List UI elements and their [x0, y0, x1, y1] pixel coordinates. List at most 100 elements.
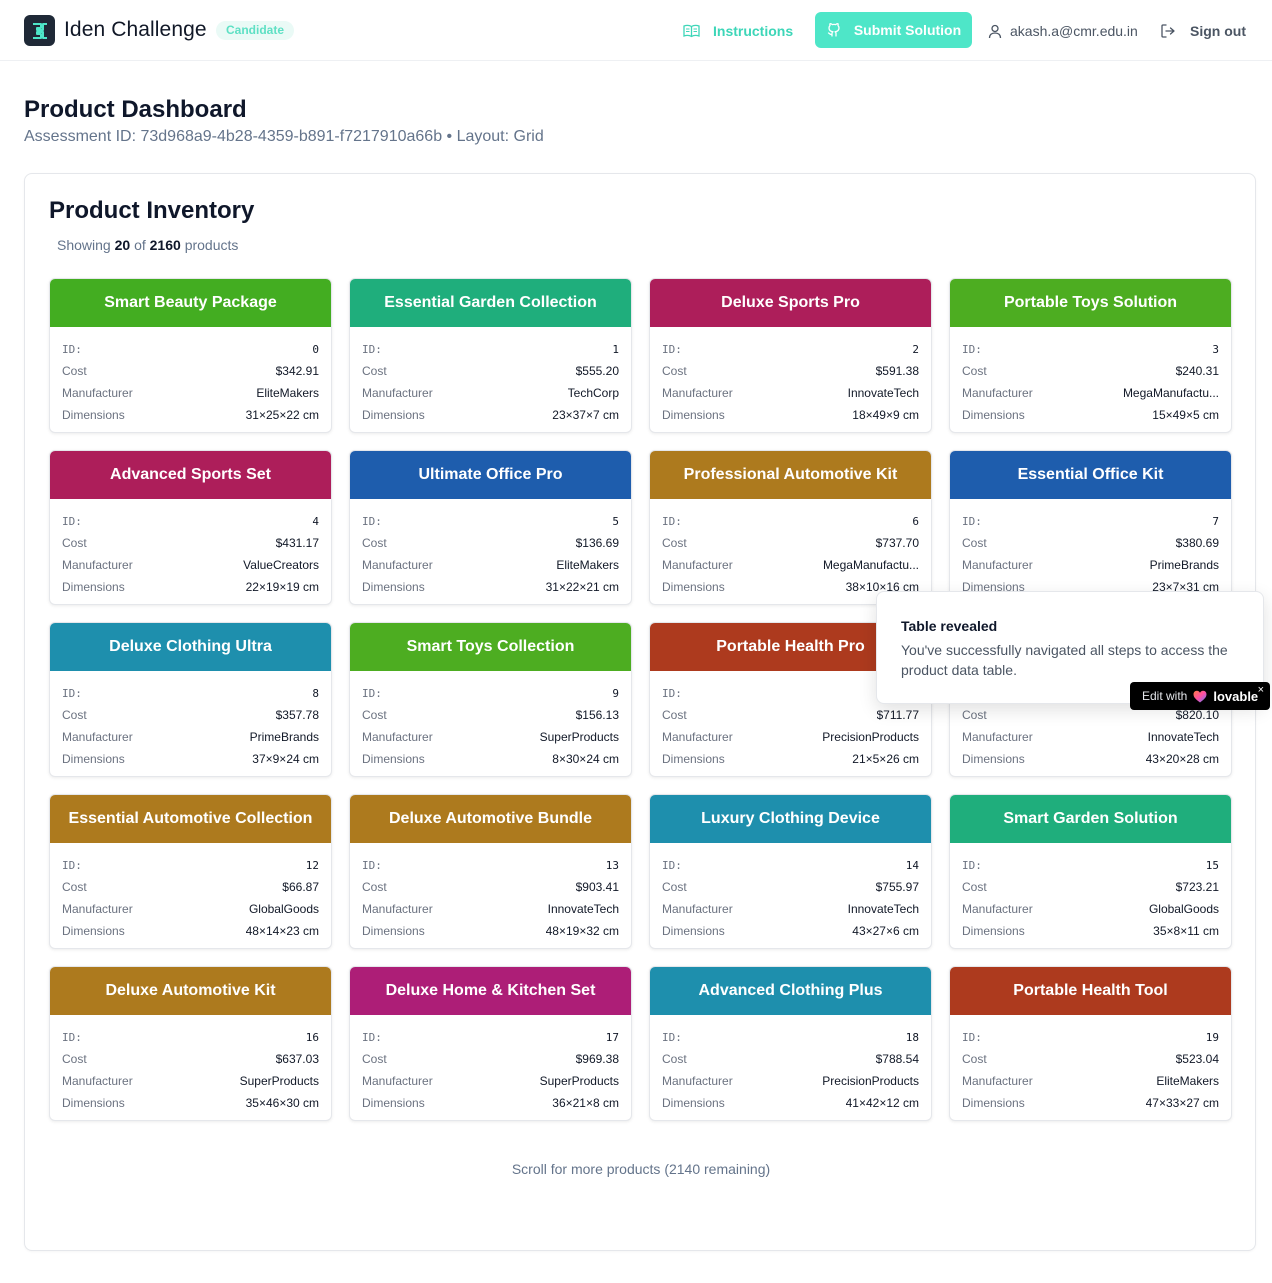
sign-out-label: Sign out — [1190, 23, 1246, 39]
product-id: 12 — [305, 858, 319, 872]
product-id-row: ID: 13 — [362, 854, 619, 876]
cost-label: Cost — [662, 880, 687, 894]
product-manufacturer-row: Manufacturer SuperProducts — [362, 726, 619, 748]
product-dimensions: 35×46×30 cm — [245, 1096, 319, 1110]
product-card[interactable]: Smart Garden Solution ID: 15 Cost $723.21 Man… — [949, 794, 1232, 949]
product-card[interactable]: Essential Garden Collection ID: 1 Cost $555.… — [349, 278, 632, 433]
product-card-body: ID: 4 Cost $431.17 Manufacturer ValueCreators… — [50, 499, 331, 598]
book-open-icon — [683, 24, 700, 38]
product-card-header: Advanced Clothing Plus — [650, 967, 931, 1015]
manufacturer-label: Manufacturer — [962, 1074, 1033, 1088]
dimensions-label: Dimensions — [362, 408, 425, 422]
user-icon — [988, 24, 1002, 38]
product-manufacturer: GlobalGoods — [248, 902, 319, 916]
product-card-header: Essential Office Kit — [950, 451, 1231, 499]
product-card[interactable]: Portable Health Tool ID: 19 Cost $523.04 Manu… — [949, 966, 1232, 1121]
product-card[interactable]: Professional Automotive Kit ID: 6 Cost $737.… — [649, 450, 932, 605]
product-card[interactable]: Luxury Clothing Device ID: 14 Cost $755.97 Ma… — [649, 794, 932, 949]
product-card[interactable]: Deluxe Sports Pro ID: 2 Cost $591.38 Manufact… — [649, 278, 932, 433]
sign-out-button[interactable]: Sign out — [1160, 20, 1246, 42]
product-card[interactable]: Portable Toys Solution ID: 3 Cost $240.31 Man… — [949, 278, 1232, 433]
product-dimensions-row: Dimensions 18×49×9 cm — [662, 404, 919, 426]
user-email: akash.a@cmr.edu.in — [1010, 23, 1138, 39]
product-cost: $969.38 — [575, 1052, 619, 1066]
product-manufacturer: InnovateTech — [847, 902, 919, 916]
product-card[interactable]: Advanced Clothing Plus ID: 18 Cost $788.54 Ma… — [649, 966, 932, 1121]
product-card[interactable]: Deluxe Home & Kitchen Set ID: 17 Cost $969.3… — [349, 966, 632, 1121]
dimensions-label: Dimensions — [962, 408, 1025, 422]
product-manufacturer-row: Manufacturer InnovateTech — [362, 898, 619, 920]
product-manufacturer-row: Manufacturer ValueCreators — [62, 554, 319, 576]
page-subtitle: Assessment ID: 73d968a9-4b28-4359-b891-f… — [24, 128, 544, 145]
product-dimensions-row: Dimensions 35×46×30 cm — [62, 1092, 319, 1114]
id-label: ID: — [362, 686, 382, 700]
product-card-body: ID: 17 Cost $969.38 Manufacturer SuperProduct… — [350, 1015, 631, 1114]
product-name: Luxury Clothing Device — [701, 810, 880, 827]
manufacturer-label: Manufacturer — [62, 1074, 133, 1088]
product-cost-row: Cost $380.69 — [962, 532, 1219, 554]
manufacturer-label: Manufacturer — [962, 386, 1033, 400]
product-name: Essential Garden Collection — [384, 294, 597, 311]
product-card-body: ID: 6 Cost $737.70 Manufacturer MegaManufactu… — [650, 499, 931, 598]
dimensions-label: Dimensions — [962, 924, 1025, 938]
id-label: ID: — [62, 342, 82, 356]
submit-solution-button[interactable]: Submit Solution — [815, 12, 972, 48]
cost-label: Cost — [362, 1052, 387, 1066]
id-label: ID: — [962, 342, 982, 356]
manufacturer-label: Manufacturer — [362, 1074, 433, 1088]
product-manufacturer: InnovateTech — [547, 902, 619, 916]
product-cost-row: Cost $737.70 — [662, 532, 919, 554]
product-dimensions: 43×27×6 cm — [852, 924, 919, 938]
product-dimensions: 37×9×24 cm — [252, 752, 319, 766]
product-cost: $788.54 — [875, 1052, 919, 1066]
product-card[interactable]: Smart Toys Collection ID: 9 Cost $156.13 Manu… — [349, 622, 632, 777]
product-id: 3 — [1212, 342, 1219, 356]
product-manufacturer: ValueCreators — [243, 558, 319, 572]
product-name: Deluxe Clothing Ultra — [109, 638, 272, 655]
product-id-row: ID: 0 — [62, 338, 319, 360]
product-card[interactable]: Deluxe Automotive Kit ID: 16 Cost $637.03 Man… — [49, 966, 332, 1121]
product-manufacturer: PrecisionProducts — [822, 730, 919, 744]
product-name: Portable Health Pro — [716, 638, 865, 655]
product-cost-row: Cost $637.03 — [62, 1048, 319, 1070]
product-card[interactable]: Smart Beauty Package ID: 0 Cost $342.91 Manuf… — [49, 278, 332, 433]
dimensions-label: Dimensions — [962, 752, 1025, 766]
product-card[interactable]: Essential Office Kit ID: 7 Cost $380.69 Manuf… — [949, 450, 1232, 605]
id-label: ID: — [662, 686, 682, 700]
product-dimensions: 48×19×32 cm — [545, 924, 619, 938]
product-dimensions: 35×8×11 cm — [1153, 924, 1219, 938]
cost-label: Cost — [962, 1052, 987, 1066]
product-dimensions: 22×19×19 cm — [245, 580, 319, 594]
product-cost: $240.31 — [1175, 364, 1219, 378]
dimensions-label: Dimensions — [362, 580, 425, 594]
product-card[interactable]: Deluxe Clothing Ultra ID: 8 Cost $357.78 Manu… — [49, 622, 332, 777]
dimensions-label: Dimensions — [962, 1096, 1025, 1110]
product-dimensions: 36×21×8 cm — [552, 1096, 619, 1110]
product-dimensions-row: Dimensions 23×37×7 cm — [362, 404, 619, 426]
close-icon[interactable]: × — [1258, 684, 1264, 696]
product-cost: $555.20 — [575, 364, 619, 378]
manufacturer-label: Manufacturer — [62, 386, 133, 400]
product-id-row: ID: 4 — [62, 510, 319, 532]
product-card-body: ID: 0 Cost $342.91 Manufacturer EliteMakers Di… — [50, 327, 331, 426]
product-card[interactable]: Ultimate Office Pro ID: 5 Cost $136.69 Manufa… — [349, 450, 632, 605]
product-manufacturer-row: Manufacturer InnovateTech — [962, 726, 1219, 748]
product-dimensions: 21×5×26 cm — [852, 752, 919, 766]
product-id-row: ID: 16 — [62, 1026, 319, 1048]
product-card[interactable]: Deluxe Automotive Bundle ID: 13 Cost $903.41… — [349, 794, 632, 949]
id-label: ID: — [362, 342, 382, 356]
manufacturer-label: Manufacturer — [962, 902, 1033, 916]
instructions-link[interactable]: Instructions — [683, 20, 793, 42]
edit-with-lovable-badge[interactable]: Edit with lovable × — [1130, 682, 1270, 710]
dimensions-label: Dimensions — [62, 580, 125, 594]
product-card[interactable]: Advanced Sports Set ID: 4 Cost $431.17 Manufa… — [49, 450, 332, 605]
product-manufacturer-row: Manufacturer GlobalGoods — [62, 898, 319, 920]
product-card[interactable]: Essential Automotive Collection ID: 12 Cost… — [49, 794, 332, 949]
id-label: ID: — [62, 1030, 82, 1044]
id-label: ID: — [62, 858, 82, 872]
product-id-row: ID: 7 — [962, 510, 1219, 532]
id-label: ID: — [662, 514, 682, 528]
cost-label: Cost — [62, 880, 87, 894]
product-id: 2 — [912, 342, 919, 356]
product-card-header: Deluxe Home & Kitchen Set — [350, 967, 631, 1015]
